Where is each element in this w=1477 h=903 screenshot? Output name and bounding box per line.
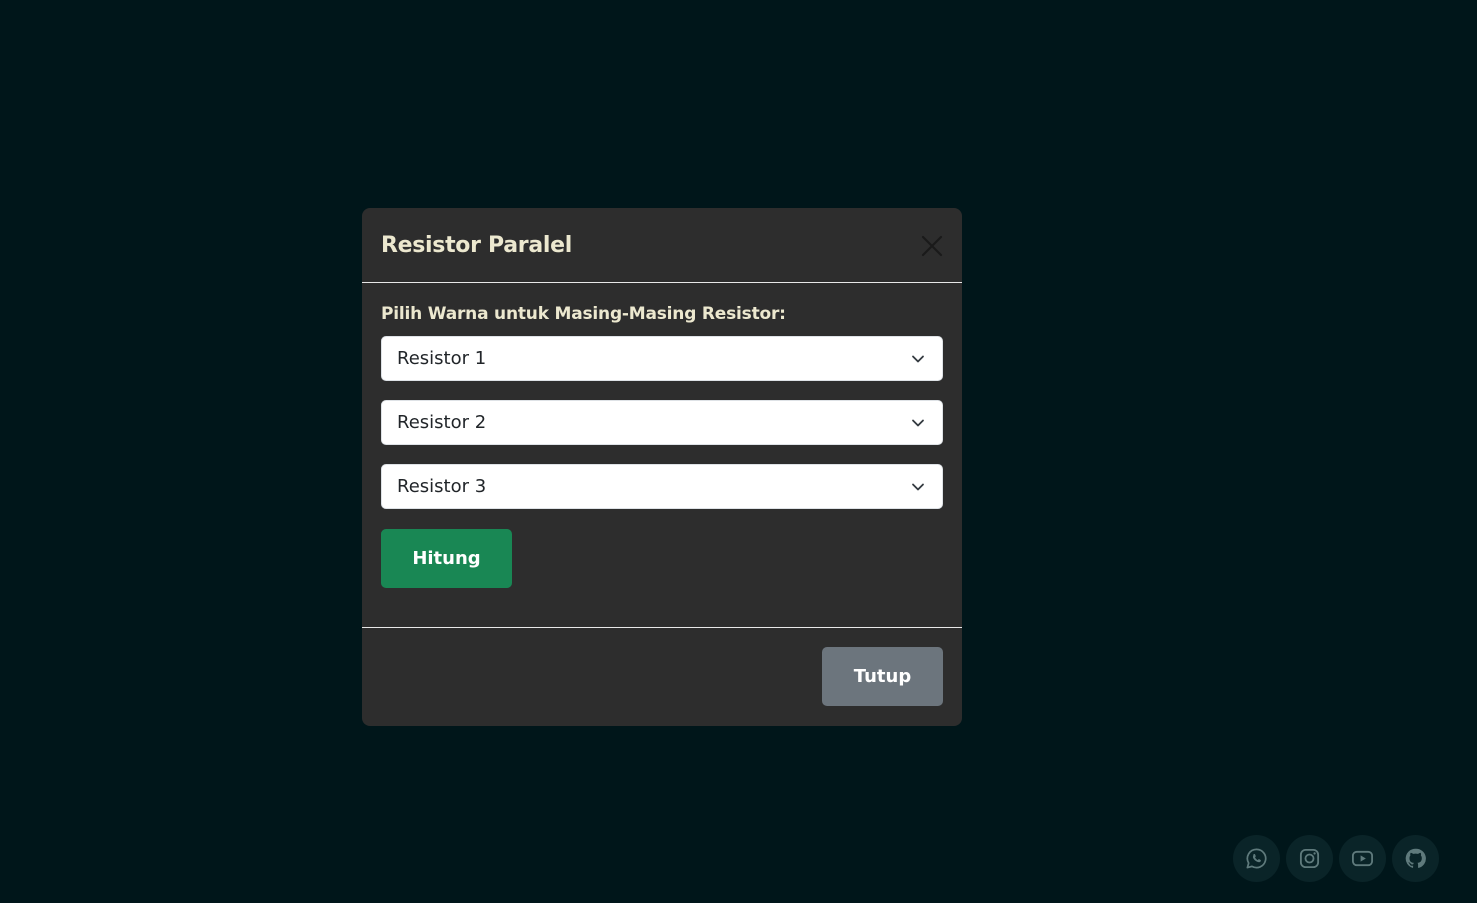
instagram-icon bbox=[1299, 848, 1320, 869]
color-prompt-label: Pilih Warna untuk Masing-Masing Resistor… bbox=[381, 304, 786, 324]
calculate-button[interactable]: Hitung bbox=[381, 529, 512, 588]
chevron-down-icon bbox=[912, 355, 924, 363]
whatsapp-icon bbox=[1246, 848, 1267, 869]
modal-header: Resistor Paralel bbox=[362, 208, 962, 283]
youtube-icon bbox=[1352, 850, 1373, 867]
select-value: Resistor 2 bbox=[397, 412, 487, 433]
select-value: Resistor 3 bbox=[397, 476, 487, 497]
modal-footer: Tutup bbox=[362, 627, 962, 726]
select-value: Resistor 1 bbox=[397, 348, 487, 369]
youtube-link[interactable] bbox=[1339, 835, 1386, 882]
whatsapp-link[interactable] bbox=[1233, 835, 1280, 882]
modal-body: Pilih Warna untuk Masing-Masing Resistor… bbox=[362, 284, 962, 627]
close-button[interactable] bbox=[918, 232, 946, 260]
resistor-1-select[interactable]: Resistor 1 bbox=[381, 336, 943, 381]
resistor-2-select[interactable]: Resistor 2 bbox=[381, 400, 943, 445]
chevron-down-icon bbox=[912, 483, 924, 491]
github-link[interactable] bbox=[1392, 835, 1439, 882]
social-links bbox=[1233, 835, 1441, 883]
resistor-3-select[interactable]: Resistor 3 bbox=[381, 464, 943, 509]
close-icon bbox=[921, 235, 943, 257]
close-modal-button[interactable]: Tutup bbox=[822, 647, 943, 706]
chevron-down-icon bbox=[912, 419, 924, 427]
instagram-link[interactable] bbox=[1286, 835, 1333, 882]
modal-title: Resistor Paralel bbox=[381, 233, 573, 258]
resistor-modal: Resistor Paralel Pilih Warna untuk Masin… bbox=[362, 208, 962, 726]
github-icon bbox=[1405, 848, 1426, 868]
